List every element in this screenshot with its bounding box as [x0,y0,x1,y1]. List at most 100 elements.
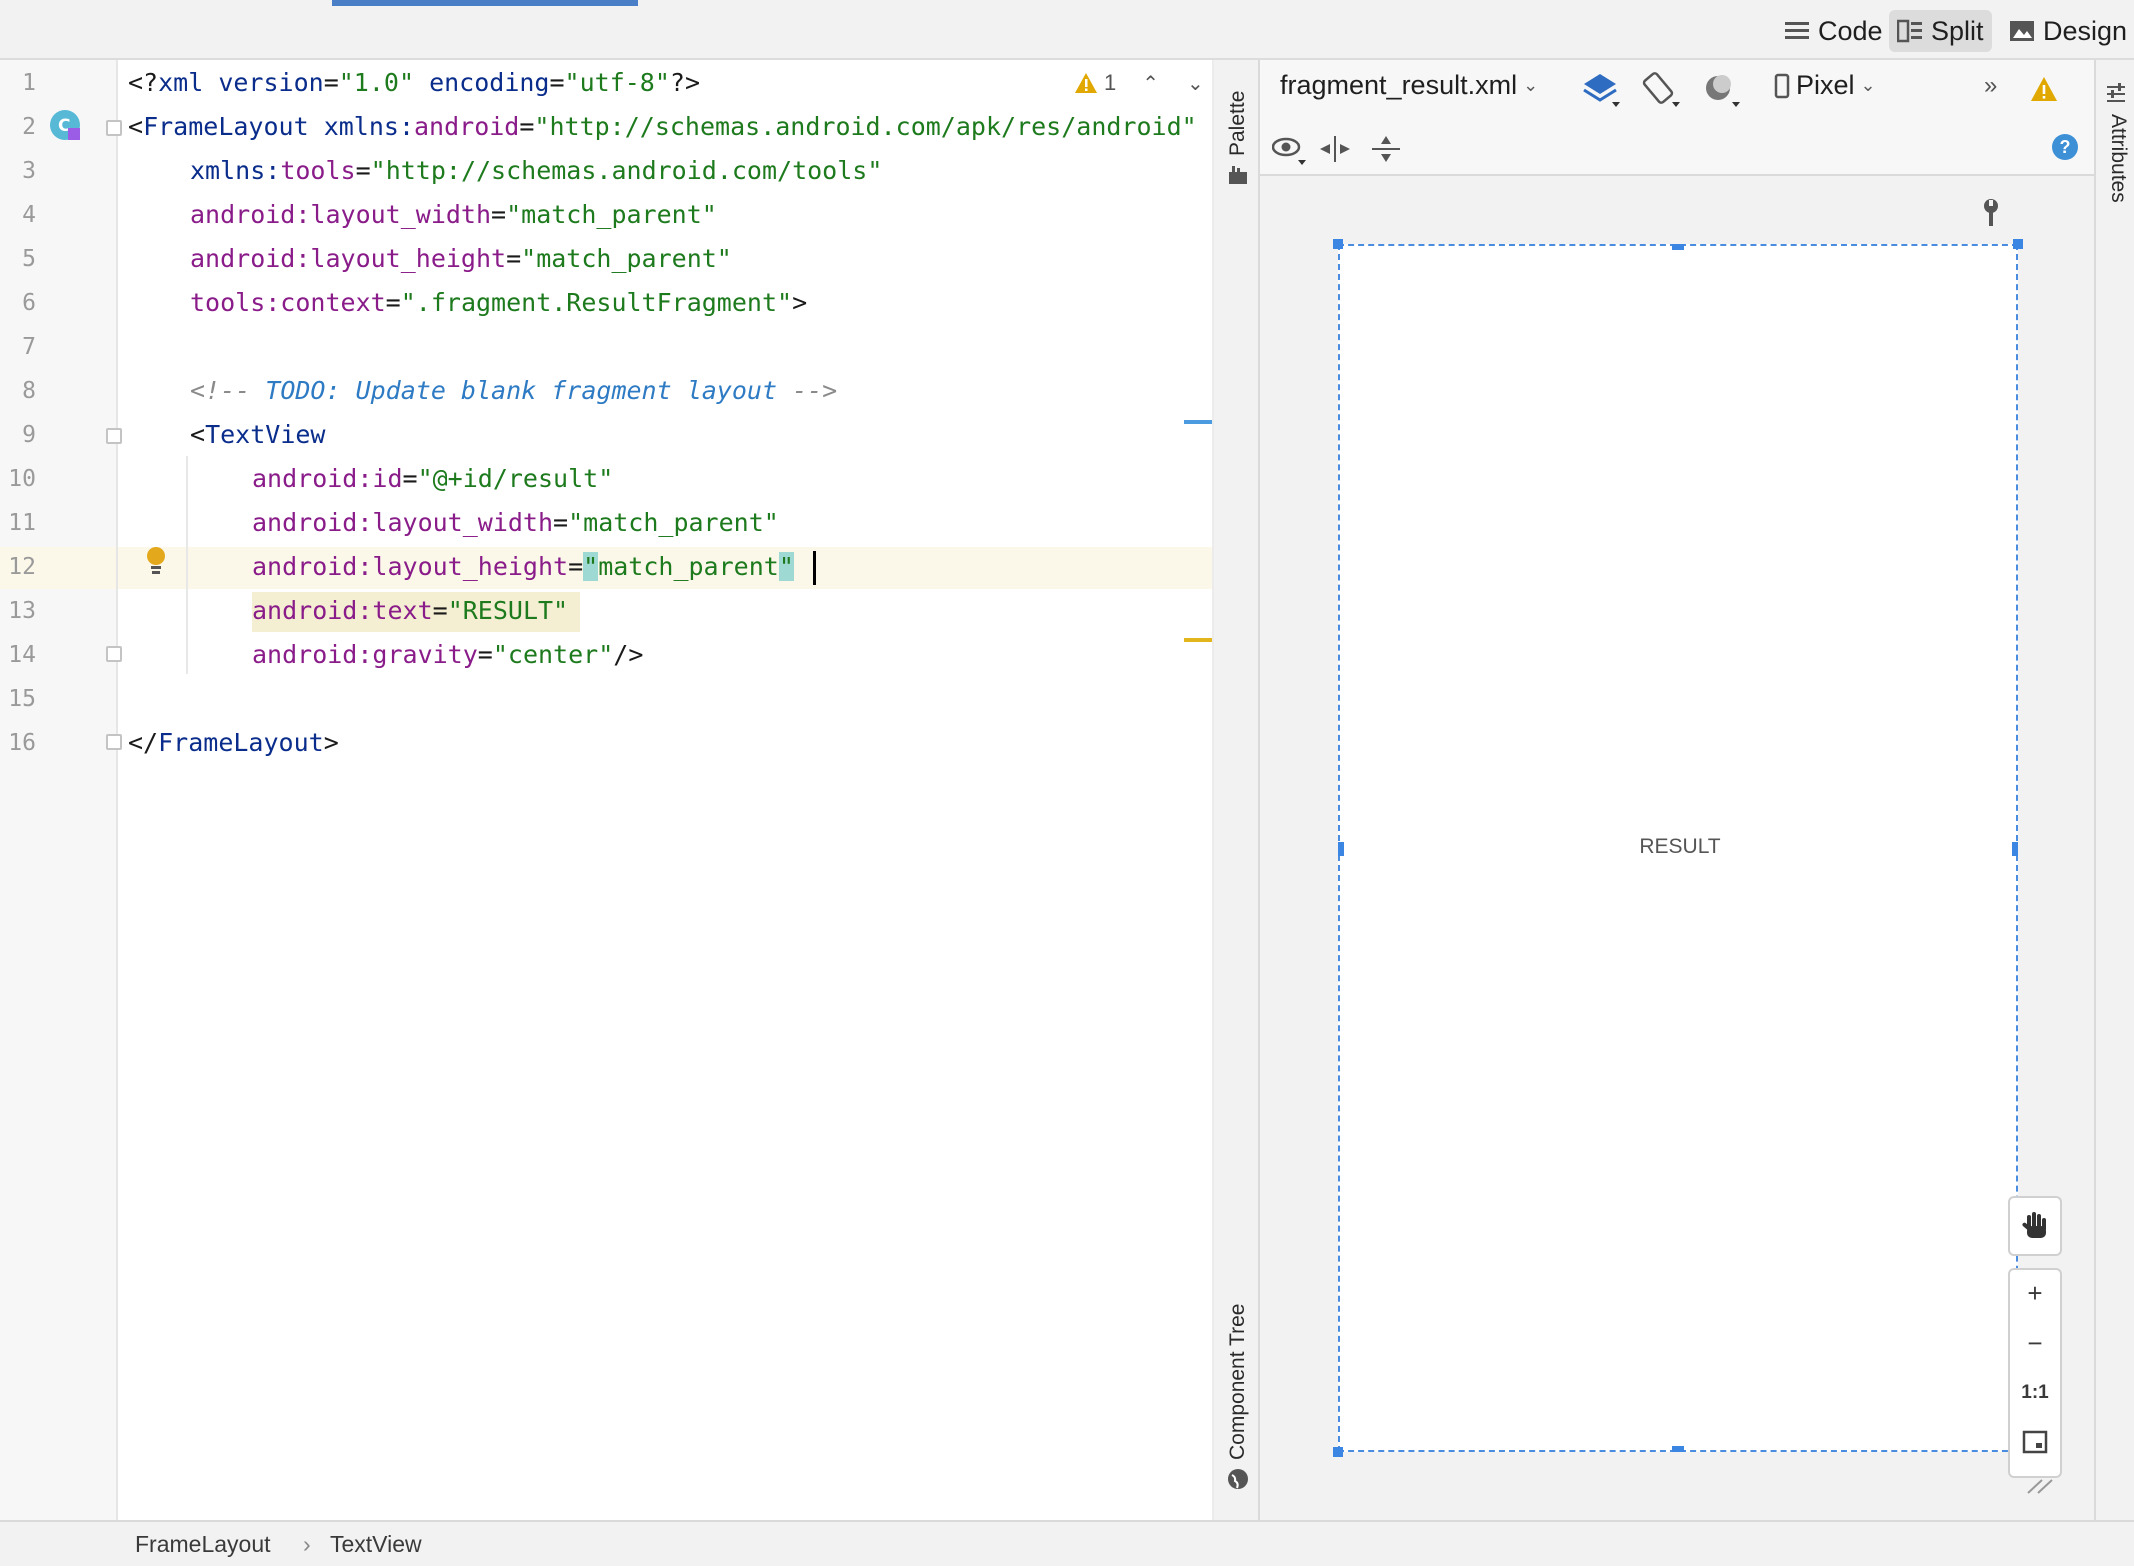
fit-screen-icon [2022,1430,2048,1454]
breadcrumb-separator: › [303,1531,311,1557]
code-line-9[interactable]: <TextView [190,414,325,456]
warning-icon [1075,73,1097,93]
code-view-icon [1785,22,1809,39]
design-view-button[interactable]: Design [2001,10,2134,52]
more-options-icon[interactable]: » [1984,72,1997,100]
line-number: 11 [8,510,36,536]
component-tree-tab[interactable]: Component Tree [1226,1304,1250,1460]
scroll-marker[interactable] [1184,638,1212,642]
fold-icon[interactable] [106,734,122,750]
scroll-marker[interactable] [1184,420,1212,424]
fold-icon[interactable] [106,646,122,662]
phone-icon [1774,73,1790,98]
resize-handle[interactable] [2013,239,2023,249]
horizontal-spacing-icon[interactable] [1370,134,1402,169]
resize-handle[interactable] [1333,239,1343,249]
chevron-down-icon: ⌄ [1860,75,1876,95]
inspection-widget[interactable]: 1 ⌃ ⌄ [1074,70,1204,96]
attributes-strip [2094,60,2134,1520]
line-number: 8 [22,378,36,404]
chevron-down-icon: ⌄ [1523,75,1539,95]
split-view-icon [1897,19,1922,43]
status-bar [0,1520,2134,1566]
line-number: 13 [8,598,36,624]
line-number: 1 [22,70,36,96]
resize-corner-icon[interactable] [2026,1478,2056,1499]
line-number: 7 [22,334,36,360]
palette-icon[interactable] [1227,164,1249,191]
device-name: Pixel [1796,70,1855,100]
code-line-3[interactable]: xmlns:tools="http://schemas.android.com/… [190,150,882,192]
palette-strip [1214,60,1260,1520]
code-line-6[interactable]: tools:context=".fragment.ResultFragment"… [190,282,807,324]
previous-problem-icon[interactable]: ⌃ [1142,71,1159,96]
code-line-5[interactable]: android:layout_height="match_parent" [190,238,732,280]
textview-preview[interactable]: RESULT [1600,835,1760,859]
zoom-to-fit-button[interactable] [2010,1430,2060,1461]
zoom-panel: + − 1:1 [2008,1268,2062,1478]
code-line-1[interactable]: <?xml version="1.0" encoding="utf-8"?> [128,62,700,104]
next-problem-icon[interactable]: ⌄ [1187,71,1204,96]
breadcrumb-textview[interactable]: TextView [330,1531,422,1558]
editor-gutter [0,60,118,1520]
design-view-label: Design [2043,15,2128,46]
theme-icon[interactable] [1702,72,1742,115]
resize-handle[interactable] [1672,244,1684,250]
vertical-spacing-icon[interactable] [1318,134,1352,169]
resize-handle[interactable] [1672,1446,1684,1452]
resize-handle[interactable] [1338,842,1344,856]
pan-button[interactable] [2008,1196,2062,1256]
code-line-8[interactable]: <!-- TODO: Update blank fragment layout … [190,370,837,412]
zoom-actual-size-button[interactable]: 1:1 [2010,1382,2060,1404]
code-line-10[interactable]: android:id="@+id/result" [252,458,613,500]
split-view-label: Split [1931,15,1984,46]
text-caret [813,551,816,585]
line-number: 3 [22,158,36,184]
code-line-16[interactable]: </FrameLayout> [128,722,339,764]
fold-icon[interactable] [106,120,122,136]
palette-tab[interactable]: Palette [1226,91,1250,156]
attributes-tab[interactable]: Attributes [2106,114,2130,203]
lightbulb-icon[interactable] [144,545,168,582]
eye-icon[interactable] [1271,134,1308,171]
image-icon [2010,21,2034,41]
split-view-button[interactable]: Split [1889,10,1992,52]
code-view-button[interactable]: Code [1776,10,1891,52]
wrench-icon[interactable] [1978,198,2004,233]
code-line-12[interactable]: android:layout_height="match_parent" [252,546,794,588]
attributes-icon[interactable] [2104,82,2128,111]
layers-icon[interactable] [1582,70,1622,115]
file-selector[interactable]: fragment_result.xml ⌄ [1280,70,1538,101]
help-icon[interactable]: ? [2052,134,2078,160]
indent-guide [186,456,188,674]
warning-icon[interactable] [2030,76,2058,107]
orientation-icon[interactable] [1640,70,1682,115]
line-number: 15 [8,686,36,712]
file-name: fragment_result.xml [1280,70,1518,100]
code-view-label: Code [1818,15,1883,46]
device-selector[interactable]: Pixel ⌄ [1774,70,1876,101]
line-number: 12 [8,554,36,580]
resize-handle[interactable] [1333,1447,1343,1457]
line-number: 16 [8,730,36,756]
kotlin-class-icon[interactable]: C [50,110,80,140]
line-number: 6 [22,290,36,316]
line-number: 9 [22,422,36,448]
code-line-13[interactable]: android:text="RESULT" [252,590,568,632]
zoom-out-button[interactable]: − [2010,1328,2060,1359]
resize-handle[interactable] [2012,842,2018,856]
code-line-4[interactable]: android:layout_width="match_parent" [190,194,717,236]
fold-icon[interactable] [106,428,122,444]
line-number: 5 [22,246,36,272]
zoom-in-button[interactable]: + [2010,1278,2060,1309]
code-line-2[interactable]: <FrameLayout xmlns:android="http://schem… [128,106,1206,148]
code-line-14[interactable]: android:gravity="center"/> [252,634,643,676]
line-number: 4 [22,202,36,228]
globe-icon[interactable] [1227,1468,1249,1495]
warning-count: 1 [1104,70,1117,95]
active-tab-indicator [332,0,638,6]
breadcrumb-framelayout[interactable]: FrameLayout [135,1531,271,1558]
code-line-11[interactable]: android:layout_width="match_parent" [252,502,779,544]
hand-icon [2022,1212,2046,1238]
line-number: 10 [8,466,36,492]
